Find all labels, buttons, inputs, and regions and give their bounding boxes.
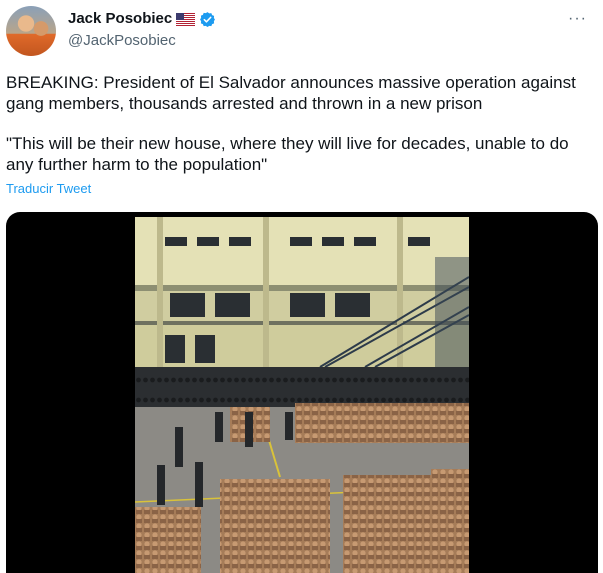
tweet-text: BREAKING: President of El Salvador annou… — [6, 72, 596, 175]
tweet-paragraph: BREAKING: President of El Salvador annou… — [6, 73, 576, 113]
author-name-row: Jack Posobiec — [68, 10, 216, 28]
us-flag-icon — [176, 12, 196, 26]
verified-badge-icon — [200, 11, 216, 27]
tweet-paragraph: "This will be their new house, where the… — [6, 134, 569, 174]
translate-tweet-link[interactable]: Traducir Tweet — [6, 181, 91, 196]
avatar[interactable] — [6, 6, 56, 56]
prison-photo — [135, 217, 469, 573]
media-video[interactable] — [6, 212, 598, 573]
more-options-icon[interactable]: ··· — [568, 10, 587, 28]
author-handle[interactable]: @JackPosobiec — [68, 32, 176, 49]
author-name[interactable]: Jack Posobiec — [68, 10, 172, 28]
